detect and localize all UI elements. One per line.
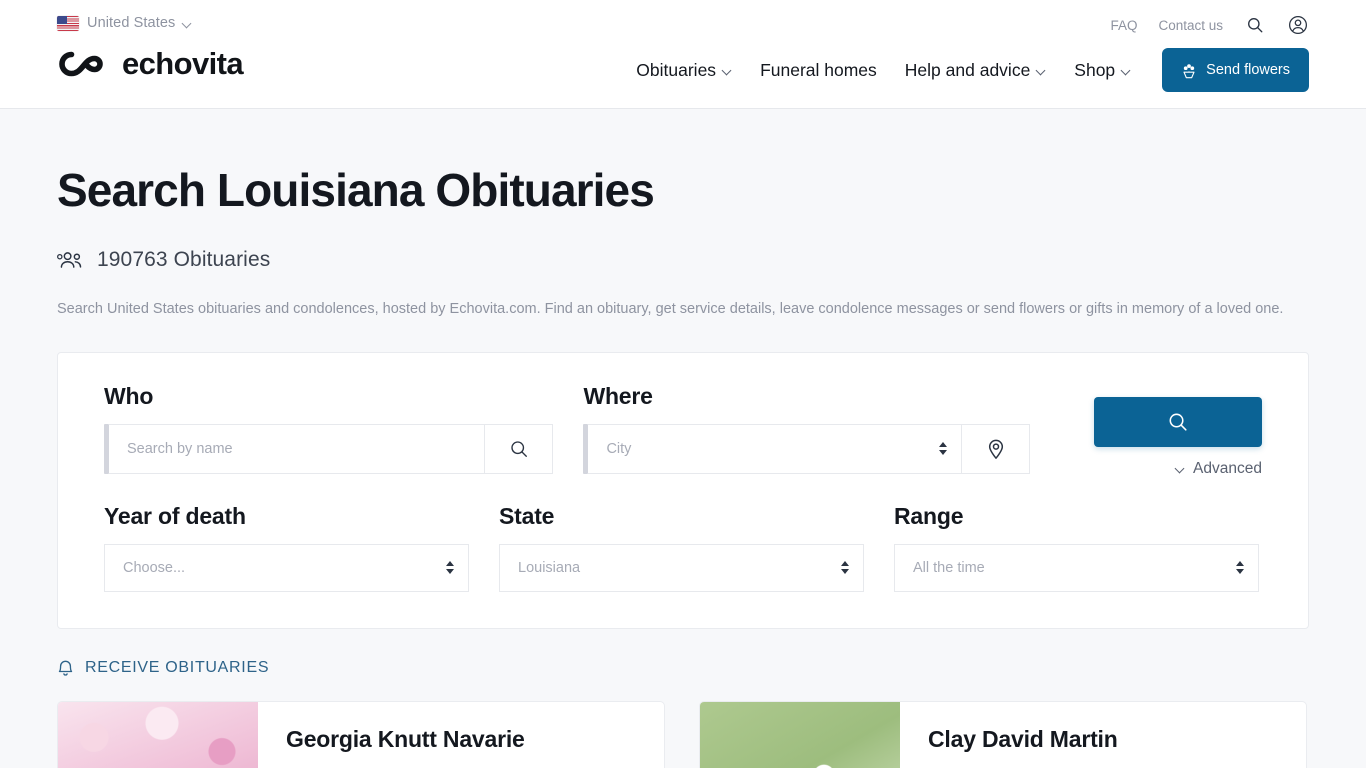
chevron-down-icon: [723, 66, 732, 75]
send-flowers-button[interactable]: Send flowers: [1162, 48, 1309, 92]
obituary-thumbnail: [58, 701, 258, 768]
filter-state: State Louisiana: [499, 503, 864, 592]
header-utility-links: FAQ Contact us: [1110, 12, 1309, 38]
send-flowers-label: Send flowers: [1206, 62, 1290, 78]
search-icon[interactable]: [1244, 14, 1266, 36]
site-header: United States echovita FAQ Contact us Ob…: [0, 0, 1366, 109]
nav-label: Funeral homes: [760, 59, 877, 80]
faq-link[interactable]: FAQ: [1110, 18, 1137, 33]
geolocate-button[interactable]: [962, 423, 1030, 474]
obituary-count-text: 190763 Obituaries: [97, 247, 271, 271]
state-select-wrapper: Louisiana: [499, 543, 864, 592]
obituary-thumbnail: [700, 701, 900, 768]
who-field-group: Who: [104, 382, 554, 474]
who-control: [104, 423, 554, 474]
nav-item-funeral-homes[interactable]: Funeral homes: [760, 60, 877, 81]
select-spinner-icon: [841, 561, 863, 575]
who-label: Who: [104, 382, 154, 409]
receive-obituaries-link[interactable]: RECEIVE OBITUARIES: [57, 659, 1309, 678]
filter-year-of-death: Year of death Choose...: [104, 503, 469, 592]
page-title: Search Louisiana Obituaries: [57, 164, 655, 216]
select-spinner-icon: [939, 442, 961, 456]
obituary-card-body: Clay David Martin: [900, 702, 1118, 768]
obituary-card-list: Georgia Knutt Navarie Clay David Martin: [57, 700, 1309, 768]
where-control: City: [583, 423, 1030, 474]
nav-label: Help and advice: [904, 59, 1031, 80]
infinity-logo-icon: [59, 51, 103, 76]
obituary-name: Georgia Knutt Navarie: [286, 725, 525, 752]
who-input-wrapper: [109, 423, 486, 474]
advanced-filters-row: Year of death Choose... State Louisiana: [104, 503, 1262, 592]
nav-label: Obituaries: [636, 59, 717, 80]
nav-item-shop[interactable]: Shop: [1074, 60, 1131, 81]
year-select-wrapper: Choose...: [104, 543, 469, 592]
page-description: Search United States obituaries and cond…: [57, 300, 1284, 317]
chevron-down-icon: [1176, 464, 1185, 473]
map-pin-icon: [988, 439, 1003, 459]
filter-label: Year of death: [104, 502, 246, 529]
year-of-death-select[interactable]: Choose...: [105, 544, 446, 591]
obituary-name: Clay David Martin: [928, 725, 1118, 752]
range-select-wrapper: All the time: [894, 543, 1259, 592]
search-submit-group: Advanced: [1094, 383, 1262, 478]
nav-item-obituaries[interactable]: Obituaries: [636, 60, 732, 81]
account-circle-icon[interactable]: [1287, 14, 1309, 36]
chevron-down-icon: [183, 19, 192, 28]
flower-bouquet-icon: [1183, 63, 1195, 78]
where-field-group: Where City: [583, 383, 1030, 474]
obituary-count: 190763 Obituaries: [57, 248, 1309, 272]
filter-range: Range All the time: [894, 503, 1259, 592]
search-icon: [1169, 413, 1187, 431]
obituary-card[interactable]: Clay David Martin: [699, 700, 1307, 768]
select-spinner-icon: [1236, 561, 1258, 575]
obituary-card-body: Georgia Knutt Navarie: [258, 702, 525, 768]
us-flag-icon: [57, 15, 79, 31]
contact-us-link[interactable]: Contact us: [1158, 18, 1223, 33]
search-form-card: Who Where: [57, 351, 1309, 629]
obituary-card[interactable]: Georgia Knutt Navarie: [57, 700, 665, 768]
search-icon: [511, 440, 527, 457]
chevron-down-icon: [1122, 66, 1131, 75]
where-label: Where: [583, 382, 653, 409]
advanced-label: Advanced: [1193, 459, 1262, 477]
receive-obituaries-label: RECEIVE OBITUARIES: [85, 659, 270, 677]
city-select-wrapper: City: [588, 423, 962, 474]
bell-icon: [58, 660, 73, 676]
people-group-icon: [57, 251, 82, 268]
logo-text: echovita: [122, 46, 244, 81]
filter-label: State: [499, 502, 555, 529]
header-inner: United States echovita FAQ Contact us Ob…: [0, 0, 1366, 108]
main-navigation: Obituaries Funeral homes Help and advice…: [636, 46, 1309, 94]
filter-label: Range: [894, 502, 964, 529]
who-search-icon-button[interactable]: [485, 423, 554, 474]
city-select[interactable]: City: [588, 424, 939, 473]
range-select[interactable]: All the time: [895, 544, 1236, 591]
site-logo[interactable]: echovita: [57, 46, 244, 81]
select-spinner-icon: [446, 561, 468, 575]
search-by-name-input[interactable]: [109, 424, 485, 473]
search-primary-row: Who Where: [104, 383, 1262, 478]
state-select[interactable]: Louisiana: [500, 544, 841, 591]
country-label: United States: [87, 15, 176, 31]
chevron-down-icon: [1037, 66, 1046, 75]
nav-label: Shop: [1074, 59, 1116, 80]
page-content: Search Louisiana Obituaries 190763 Obitu…: [0, 109, 1366, 768]
nav-item-help-and-advice[interactable]: Help and advice: [905, 60, 1047, 81]
search-submit-button[interactable]: [1094, 396, 1262, 447]
advanced-toggle[interactable]: Advanced: [1176, 460, 1262, 478]
